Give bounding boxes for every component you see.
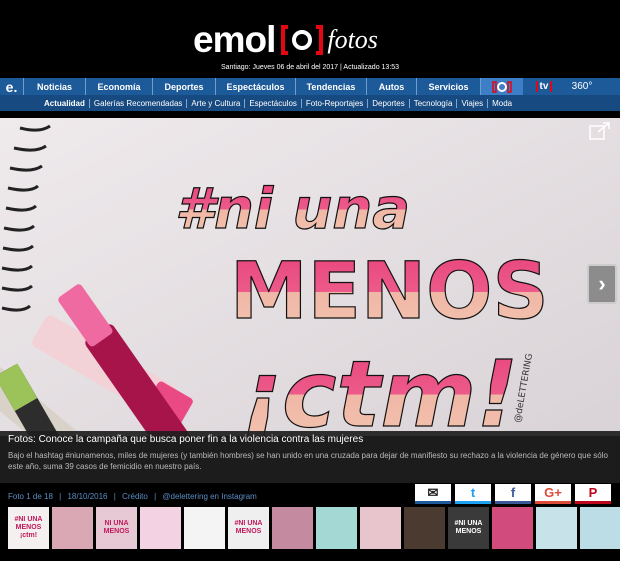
photo-thumbnail[interactable] [140,507,181,549]
share-pinterest-button[interactable]: P [575,484,611,504]
photo-thumbnail[interactable]: #NI UNA MENOS ¡ctm! [8,507,49,549]
twitter-icon: t [470,485,476,500]
photo-thumbnail[interactable] [536,507,577,549]
chevron-right-icon: › [598,271,606,296]
caption-description: Bajo el hashtag #niunamenos, miles de mu… [8,451,608,471]
photo-count: Foto 1 de 18 [8,492,53,501]
nav-economia[interactable]: Economía [86,78,153,95]
subnav-espectaculos[interactable]: Espectáculos [245,98,302,108]
photo-thumbnail[interactable] [404,507,445,549]
nav-360-icon[interactable]: 360° [565,78,599,95]
subnav-galerias[interactable]: Galerías Recomendadas [90,98,188,108]
expand-icon[interactable] [589,122,611,140]
photo-thumbnail[interactable]: #NI UNA MENOS [448,507,489,549]
page: emol fotos Santiago: Jueves 06 de abril … [0,0,620,561]
nav-noticias[interactable]: Noticias [24,78,86,95]
photo-thumbnail[interactable] [272,507,313,549]
nav-tv-icon[interactable]: tv [523,78,565,95]
photo-caption: Fotos: Conoce la campaña que busca poner… [0,431,620,483]
nav-fotos-icon[interactable] [481,78,523,95]
credit-label: Crédito [122,492,148,501]
photo-thumbnail[interactable] [492,507,533,549]
photo-thumbnail[interactable]: NI UNA MENOS [96,507,137,549]
share-gplus-button[interactable]: G+ [535,484,571,504]
subnav-arte-cultura[interactable]: Arte y Cultura [187,98,246,108]
google-plus-icon: G+ [544,485,562,500]
camera-lens-icon [281,23,324,57]
emol-fotos-logo[interactable]: emol fotos [193,19,378,60]
sub-nav: Actualidad Galerías Recomendadas Arte y … [0,95,620,111]
envelope-icon: ✉ [427,484,439,500]
lettering-line-3: ¡ctm! [240,341,518,436]
subnav-deportes[interactable]: Deportes [368,98,410,108]
subnav-actualidad[interactable]: Actualidad [40,98,90,108]
logo-fotos-text: fotos [327,25,378,54]
photo-thumbnail[interactable] [184,507,225,549]
lettering-line-2: MENOS [230,247,549,337]
caption-title: Fotos: Conoce la campaña que busca poner… [8,434,364,445]
dateline: Santiago: Jueves 06 de abril del 2017 | … [220,64,400,71]
nav-espectaculos[interactable]: Espectáculos [216,78,296,95]
subnav-tecnologia[interactable]: Tecnología [410,98,458,108]
credit-value[interactable]: @delettering en Instagram [162,492,256,501]
photo-thumbnail[interactable]: #NI UNA MENOS [228,507,269,549]
share-buttons: ✉ t f G+ P [415,484,611,504]
photo-date: 18/10/2016 [67,492,108,501]
logo-emol-text: emol [193,19,276,60]
share-facebook-button[interactable]: f [495,484,531,504]
next-photo-button[interactable]: › [587,264,617,304]
subnav-foto-reportajes[interactable]: Foto-Reportajes [302,98,369,108]
photo-thumbnail[interactable] [360,507,401,549]
nav-servicios[interactable]: Servicios [417,78,481,95]
main-photo[interactable]: #ni una MENOS ¡ctm! @deLETTERING [0,118,620,436]
thumbnail-strip: #NI UNA MENOS ¡ctm! NI UNA MENOS #NI UNA M… [8,507,620,549]
emol-home-link[interactable]: e. [0,78,24,95]
photo-thumbnail[interactable] [316,507,357,549]
lettering-line-1: #ni una [175,177,410,242]
photo-info: Foto 1 de 18 | 18/10/2016 | Crédito | @d… [8,492,257,501]
main-nav: e. Noticias Economía Deportes Espectácul… [0,78,620,95]
subnav-moda[interactable]: Moda [488,99,516,108]
share-email-button[interactable]: ✉ [415,484,451,504]
nav-autos[interactable]: Autos [367,78,417,95]
photo-thumbnail[interactable] [580,507,620,549]
nav-deportes[interactable]: Deportes [153,78,216,95]
site-header: emol fotos Santiago: Jueves 06 de abril … [0,0,620,78]
pinterest-icon: P [588,485,598,500]
facebook-icon: f [510,485,516,500]
photo-thumbnail[interactable] [52,507,93,549]
share-twitter-button[interactable]: t [455,484,491,504]
nav-tendencias[interactable]: Tendencias [296,78,367,95]
subnav-viajes[interactable]: Viajes [457,98,489,108]
